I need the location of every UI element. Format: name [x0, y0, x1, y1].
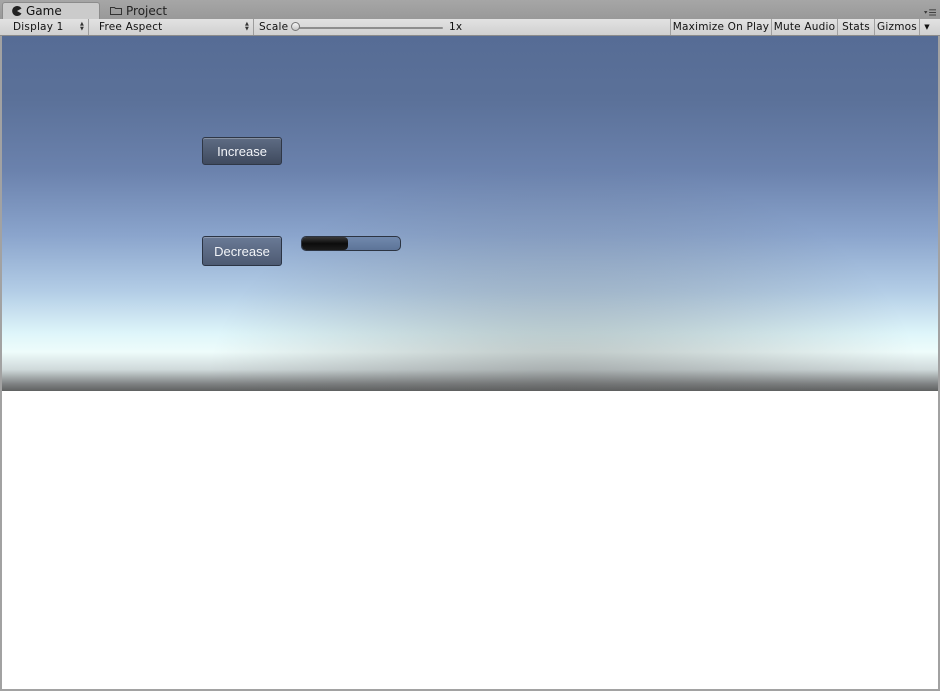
maximize-on-play-button[interactable]: Maximize On Play: [670, 19, 771, 35]
gizmos-button[interactable]: Gizmos: [874, 19, 919, 35]
stats-button[interactable]: Stats: [837, 19, 874, 35]
display-dropdown[interactable]: Display 1 ▲ ▼: [7, 19, 89, 35]
pacman-icon: [12, 6, 22, 16]
mute-audio-label: Mute Audio: [773, 21, 836, 33]
decrease-button-label: Decrease: [214, 243, 270, 259]
window-tab-strip: Game Project: [0, 0, 940, 19]
gizmos-dropdown-arrow[interactable]: ▼: [919, 19, 934, 35]
horizon-shadow: [2, 36, 938, 391]
game-view-toolbar: Display 1 ▲ ▼ Free Aspect ▲ ▼ Scale 1x Max…: [0, 19, 940, 36]
scale-label: Scale: [259, 21, 289, 33]
display-dropdown-label: Display 1: [13, 21, 64, 33]
scale-slider-thumb[interactable]: [291, 22, 300, 31]
increase-button[interactable]: Increase: [202, 137, 282, 165]
chevron-down-icon: ▼: [924, 23, 930, 31]
tab-game[interactable]: Game: [2, 2, 100, 19]
progress-bar-fill: [302, 237, 349, 250]
stats-label: Stats: [842, 21, 870, 33]
tab-project[interactable]: Project: [106, 2, 196, 19]
tab-menu-icon[interactable]: [924, 7, 936, 17]
gizmos-label: Gizmos: [877, 21, 917, 33]
increase-button-label: Increase: [217, 143, 267, 159]
aspect-dropdown[interactable]: Free Aspect ▲ ▼: [93, 19, 254, 35]
tab-project-label: Project: [126, 3, 168, 18]
scale-slider-track[interactable]: [296, 27, 443, 29]
tab-game-label: Game: [26, 4, 62, 18]
game-view: Increase Decrease: [2, 36, 938, 689]
scale-value: 1x: [449, 21, 463, 33]
dropdown-arrows-icon: ▲ ▼: [79, 21, 84, 32]
progress-bar: [301, 236, 401, 251]
mute-audio-button[interactable]: Mute Audio: [771, 19, 837, 35]
aspect-dropdown-label: Free Aspect: [99, 21, 163, 33]
folder-icon: [110, 7, 122, 15]
decrease-button[interactable]: Decrease: [202, 236, 282, 266]
maximize-on-play-label: Maximize On Play: [672, 21, 770, 33]
dropdown-arrows-icon: ▲ ▼: [244, 21, 249, 32]
